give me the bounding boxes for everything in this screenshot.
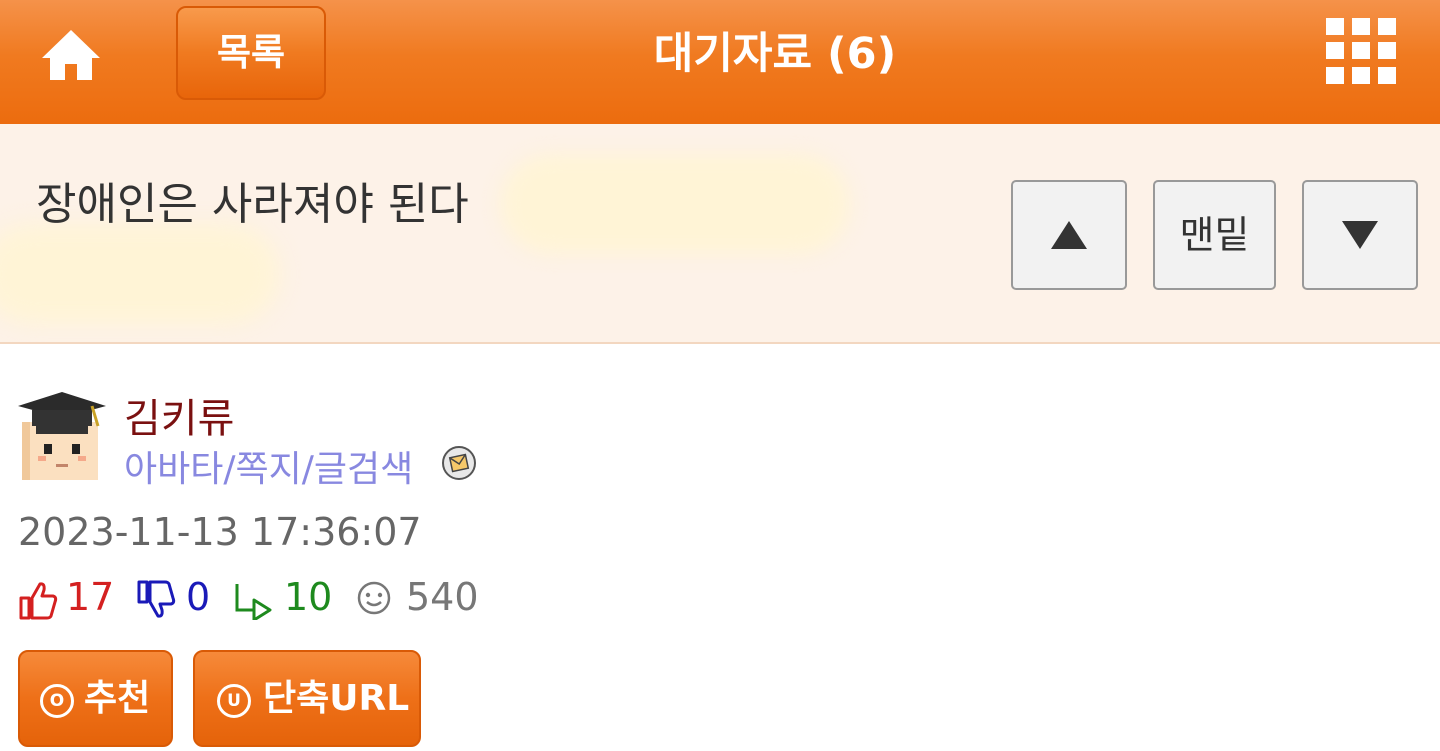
short-url-label: 단축URL [263, 678, 410, 719]
top-bar: 목록 대기자료 (6) [0, 0, 1440, 124]
scroll-bottom-button[interactable]: 맨밑 [1153, 180, 1276, 290]
reply-arrow-icon [235, 584, 272, 620]
post-title-area: 장애인은 사라져야 된다 맨밑 [0, 124, 1440, 344]
post-title: 장애인은 사라져야 된다 [36, 179, 469, 230]
post-stats: 17 0 10 540 [18, 574, 518, 624]
short-url-icon: U [217, 684, 251, 718]
smiley-icon [357, 581, 391, 615]
dislikes-count: 0 [186, 575, 211, 619]
recommend-icon: O [40, 684, 74, 718]
post-date: 2023-11-13 17:36:07 [18, 510, 422, 554]
views-count: 540 [406, 575, 479, 619]
redacted-overlay [500, 154, 850, 254]
scroll-up-button[interactable] [1011, 180, 1127, 290]
thumbs-down-icon[interactable] [136, 580, 176, 620]
home-button[interactable] [36, 20, 106, 90]
page-title: 대기자료 (6) [653, 29, 897, 79]
recommend-label: 추천 [84, 678, 151, 719]
up-triangle-icon [1051, 221, 1087, 249]
home-icon [42, 30, 100, 80]
avatar[interactable] [18, 392, 106, 482]
list-button[interactable]: 목록 [176, 6, 326, 100]
mail-icon[interactable] [441, 445, 477, 481]
recommend-button[interactable]: O 추천 [18, 650, 173, 747]
author-links[interactable]: 아바타/쪽지/글검색 [124, 440, 413, 492]
short-url-button[interactable]: U 단축URL [193, 650, 421, 747]
author-name[interactable]: 김키류 [124, 386, 234, 444]
thumbs-up-icon[interactable] [18, 580, 58, 620]
redacted-overlay [0, 224, 280, 324]
scroll-down-button[interactable] [1302, 180, 1418, 290]
grid-menu-button[interactable] [1326, 18, 1398, 90]
down-triangle-icon [1342, 221, 1378, 249]
grid-menu-icon [1326, 18, 1398, 90]
likes-count: 17 [66, 575, 115, 619]
replies-count: 10 [284, 575, 333, 619]
